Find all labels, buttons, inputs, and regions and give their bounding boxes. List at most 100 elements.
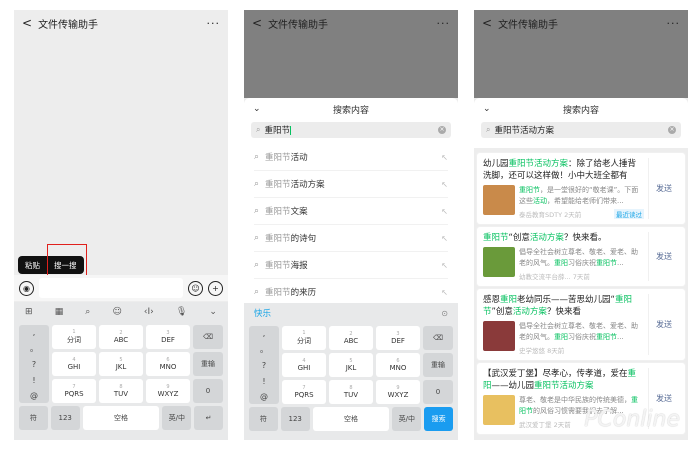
fill-arrow-icon[interactable]: ↖ xyxy=(441,153,448,162)
dimmed-chat: < 文件传输助手 ··· xyxy=(474,10,688,98)
punct-key[interactable]: ! xyxy=(32,376,35,385)
send-button[interactable]: 发送 xyxy=(649,158,679,219)
search-icon[interactable]: ⌕ xyxy=(85,307,90,317)
punct-key[interactable]: ! xyxy=(262,377,265,386)
fill-arrow-icon[interactable]: ↖ xyxy=(441,207,448,216)
space-key[interactable]: 空格 xyxy=(312,407,390,431)
cursor-icon[interactable]: ‹I› xyxy=(144,307,154,317)
search-input[interactable]: ⌕ 重阳节 × xyxy=(251,122,451,138)
back-icon[interactable]: < xyxy=(22,16,32,30)
emoji-icon[interactable]: ☺ xyxy=(112,307,121,317)
result-title[interactable]: 【武汉爱丁堡】尽孝心，传孝道，爱在重阳——幼儿园重阳节活动方案 xyxy=(483,368,644,392)
retype-key[interactable]: 重输 xyxy=(193,352,223,376)
plus-icon[interactable]: + xyxy=(208,280,223,296)
result-card[interactable]: 幼儿园重阳节活动方案：除了给老人捶背洗脚，还可以这样做！小中大班全都有 重阳节，是… xyxy=(477,153,685,224)
clear-icon[interactable]: × xyxy=(668,126,676,134)
message-input[interactable] xyxy=(39,278,183,298)
punctuation-column[interactable]: , 。?! @ xyxy=(249,326,279,404)
fill-arrow-icon[interactable]: ↖ xyxy=(441,180,448,189)
search-panel: ⌄ 搜索内容 ⌕ 重阳节活动方案 × 幼儿园重阳节活动方案：除了给老人捶背洗脚，还可以… xyxy=(474,98,688,440)
key-PQRS[interactable]: 7 PQRS xyxy=(282,380,326,404)
backspace-key[interactable]: ⌫ xyxy=(193,325,223,349)
result-body: 倡导全社会树立尊老、敬老、爱老、助老的风气。重阳习俗庆祝重阳节... 幼教交流平台… xyxy=(483,247,644,281)
result-title[interactable]: 重阳节“创意活动方案？快来看。 xyxy=(483,232,644,244)
key-分词[interactable]: 1 分词 xyxy=(282,326,326,350)
key-MNO[interactable]: 6 MNO xyxy=(376,353,420,377)
symbols-key[interactable]: 符 xyxy=(19,406,48,430)
punct-key[interactable]: , xyxy=(263,329,266,338)
suggestion-item[interactable]: ⌕ 重阳节 活动 ↖ xyxy=(254,144,448,171)
send-button[interactable]: 发送 xyxy=(649,232,679,281)
title-part: 老幼同乐——苦思幼儿园“ xyxy=(517,295,615,305)
key-TUV[interactable]: 8 TUV xyxy=(99,379,143,403)
suggestion-item[interactable]: ⌕ 重阳节 活动方案 ↖ xyxy=(254,171,448,198)
result-title[interactable]: 感恩重阳老幼同乐——苦思幼儿园“重阳节”创意活动方案？快来看 xyxy=(483,294,644,318)
mic-icon[interactable]: 🎙 xyxy=(176,307,187,317)
key-GHI[interactable]: 4 GHI xyxy=(282,353,326,377)
language-key[interactable]: 英/中 xyxy=(392,407,422,431)
key-DEF[interactable]: 3 DEF xyxy=(376,326,420,350)
key-DEF[interactable]: 3 DEF xyxy=(146,325,190,349)
settings-icon[interactable]: ⊙ xyxy=(441,309,448,318)
paste-option[interactable]: 粘贴 xyxy=(18,260,47,271)
suggestion-item[interactable]: ⌕ 重阳节 文案 ↖ xyxy=(254,198,448,225)
fill-arrow-icon[interactable]: ↖ xyxy=(441,288,448,297)
candidate-word[interactable]: 快乐 xyxy=(254,307,271,319)
result-card[interactable]: 重阳节“创意活动方案？快来看。倡导全社会树立尊老、敬老、爱老、助老的风气。重阳习… xyxy=(477,227,685,286)
numbers-key[interactable]: 123 xyxy=(50,406,80,430)
key-TUV[interactable]: 8 TUV xyxy=(329,380,373,404)
more-icon[interactable]: ··· xyxy=(207,17,221,30)
search-key[interactable]: 搜索 xyxy=(424,407,453,431)
suggestion-item[interactable]: ⌕ 重阳节 的来历 ↖ xyxy=(254,279,448,306)
zero-key[interactable]: 0 xyxy=(193,379,223,403)
space-key[interactable]: 空格 xyxy=(82,406,160,430)
key-JKL[interactable]: 5 JKL xyxy=(329,353,373,377)
more-icon[interactable]: ··· xyxy=(437,17,451,30)
more-icon[interactable]: ··· xyxy=(667,17,681,30)
punctuation-column[interactable]: , 。?! @ xyxy=(19,325,49,403)
suggestion-item[interactable]: ⌕ 重阳节 的诗句 ↖ xyxy=(254,225,448,252)
fill-arrow-icon[interactable]: ↖ xyxy=(441,234,448,243)
grid-icon[interactable]: ⊞ xyxy=(25,307,33,317)
keyboard-icon[interactable]: ▦ xyxy=(55,307,64,317)
punct-key[interactable]: 。 xyxy=(260,344,268,355)
key-MNO[interactable]: 6 MNO xyxy=(146,352,190,376)
key-WXYZ[interactable]: 9 WXYZ xyxy=(146,379,190,403)
backspace-key[interactable]: ⌫ xyxy=(423,326,453,350)
suggestion-rest: 的来历 xyxy=(290,288,317,298)
zero-key[interactable]: 0 xyxy=(423,380,453,404)
voice-icon[interactable]: ◉ xyxy=(19,280,34,296)
key-WXYZ[interactable]: 9 WXYZ xyxy=(376,380,420,404)
punct-key[interactable]: @ xyxy=(260,392,268,401)
punct-key[interactable]: @ xyxy=(30,391,38,400)
fill-arrow-icon[interactable]: ↖ xyxy=(441,261,448,270)
search-icon: ⌕ xyxy=(254,152,260,162)
key-PQRS[interactable]: 7 PQRS xyxy=(52,379,96,403)
punct-key[interactable]: , xyxy=(33,328,36,337)
result-card[interactable]: 感恩重阳老幼同乐——苦思幼儿园“重阳节”创意活动方案？快来看 倡导全社会树立尊老、… xyxy=(477,289,685,360)
clear-icon[interactable]: × xyxy=(438,126,446,134)
punct-key[interactable]: ? xyxy=(262,361,266,370)
chevron-down-icon[interactable]: ⌄ xyxy=(209,307,217,317)
key-分词[interactable]: 1 分词 xyxy=(52,325,96,349)
key-JKL[interactable]: 5 JKL xyxy=(99,352,143,376)
retype-key[interactable]: 重输 xyxy=(423,353,453,377)
language-key[interactable]: 英/中 xyxy=(162,406,192,430)
enter-key[interactable]: ↵ xyxy=(194,406,223,430)
back-icon[interactable]: < xyxy=(482,16,492,30)
search-input[interactable]: ⌕ 重阳节活动方案 × xyxy=(481,122,681,138)
collapse-icon[interactable]: ⌄ xyxy=(253,104,261,114)
key-ABC[interactable]: 2 ABC xyxy=(99,325,143,349)
punct-key[interactable]: 。 xyxy=(30,343,38,354)
send-button[interactable]: 发送 xyxy=(649,294,679,355)
key-ABC[interactable]: 2 ABC xyxy=(329,326,373,350)
suggestion-item[interactable]: ⌕ 重阳节 海报 ↖ xyxy=(254,252,448,279)
back-icon[interactable]: < xyxy=(252,16,262,30)
collapse-icon[interactable]: ⌄ xyxy=(483,104,491,114)
result-title[interactable]: 幼儿园重阳节活动方案：除了给老人捶背洗脚，还可以这样做！小中大班全都有 xyxy=(483,158,644,182)
punct-key[interactable]: ? xyxy=(32,360,36,369)
symbols-key[interactable]: 符 xyxy=(249,407,278,431)
numbers-key[interactable]: 123 xyxy=(280,407,310,431)
emoji-icon[interactable]: ☺ xyxy=(188,280,203,296)
key-GHI[interactable]: 4 GHI xyxy=(52,352,96,376)
